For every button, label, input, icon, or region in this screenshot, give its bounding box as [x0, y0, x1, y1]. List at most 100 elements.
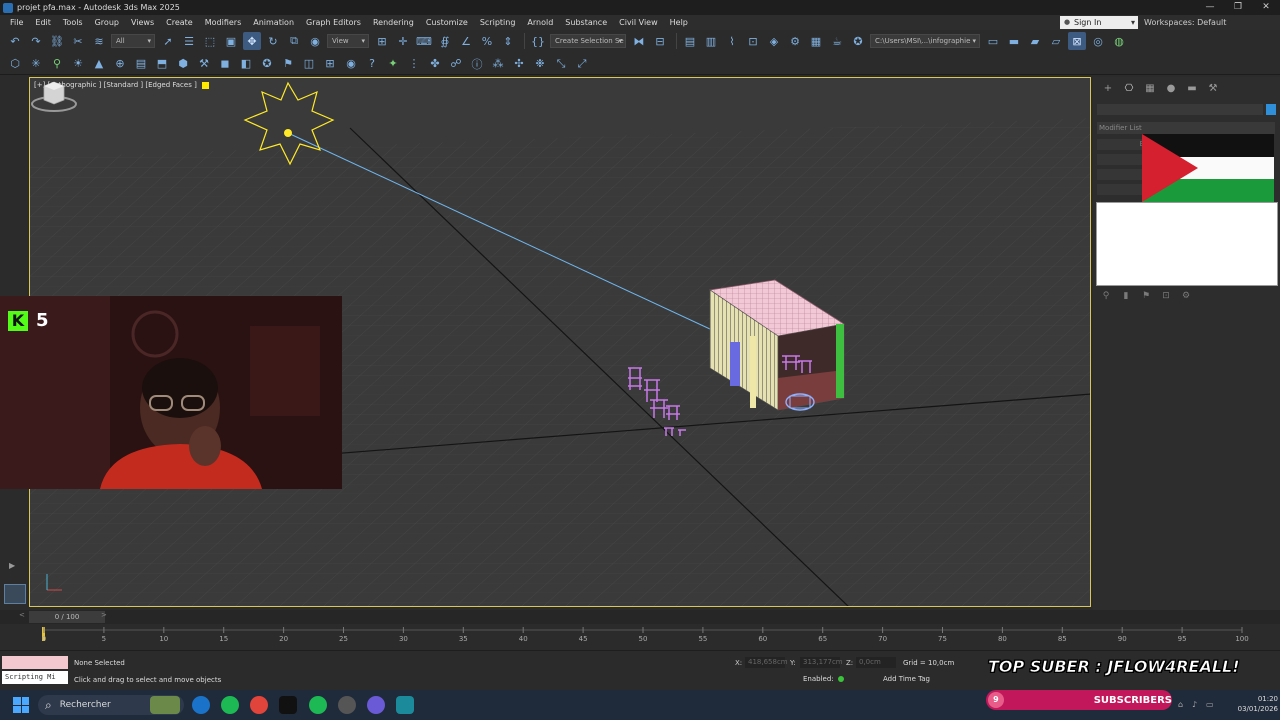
time-next-icon[interactable]: > [101, 611, 107, 619]
scene-explorer-icon[interactable]: ⬡ [6, 55, 24, 73]
open-folder-icon[interactable]: ▬ [1005, 32, 1023, 50]
enabled-indicator-icon[interactable] [837, 676, 844, 682]
bulb-icon[interactable]: ✪ [258, 55, 276, 73]
viewport-layout-icon[interactable]: ⊠ [1068, 32, 1086, 50]
track-bar[interactable]: 0 5 10 15 20 25 30 35 40 45 50 55 60 65 70 75 80 85 90 95 10… [0, 624, 1280, 650]
select-by-name-icon[interactable]: ☰ [180, 32, 198, 50]
bind-space-warp-icon[interactable]: ≋ [90, 32, 108, 50]
tiktok-icon[interactable] [279, 696, 297, 714]
sun-light-center[interactable] [284, 129, 292, 137]
grid-icon[interactable]: ⊞ [321, 55, 339, 73]
3dsmax-taskbar-icon[interactable] [396, 696, 414, 714]
layer-explorer-icon[interactable]: ▤ [681, 32, 699, 50]
mirror-icon[interactable]: ⧓ [630, 32, 648, 50]
sign-in-dropdown[interactable]: Sign In [1060, 16, 1138, 29]
render-setup-icon[interactable]: ⚙ [786, 32, 804, 50]
angle-snap-icon[interactable]: ∠ [457, 32, 475, 50]
modifier-list-dropdown[interactable]: Modifier List [1097, 122, 1275, 134]
menu-tools[interactable]: Tools [57, 15, 89, 30]
sun-icon[interactable]: ☀ [69, 55, 87, 73]
windows-start-icon[interactable] [13, 697, 29, 713]
loop-icon[interactable]: ☍ [447, 55, 465, 73]
arnold-icon[interactable]: ◍ [1110, 32, 1128, 50]
discord-icon[interactable] [367, 696, 385, 714]
menu-edit[interactable]: Edit [29, 15, 57, 30]
box-icon[interactable]: ◼ [216, 55, 234, 73]
workspaces-value[interactable]: Default [1197, 18, 1226, 27]
chain-icon[interactable]: ✤ [426, 55, 444, 73]
rendered-frame-icon[interactable]: ▦ [807, 32, 825, 50]
expand-icon[interactable]: ⤢ [573, 55, 591, 73]
edge-browser-icon[interactable] [192, 696, 210, 714]
select-object-icon[interactable]: ➚ [159, 32, 177, 50]
material-editor-icon[interactable]: ◈ [765, 32, 783, 50]
pin-icon[interactable]: ⚑ [279, 55, 297, 73]
obs-icon[interactable] [338, 696, 356, 714]
workspaces-selector[interactable]: Workspaces: Default [1144, 16, 1226, 29]
menu-animation[interactable]: Animation [247, 15, 300, 30]
maximize-button[interactable]: ❐ [1224, 0, 1252, 15]
selection-filter-dropdown[interactable]: All [111, 34, 155, 48]
spotify-icon[interactable] [221, 696, 239, 714]
wrench-icon[interactable]: ⚒ [195, 55, 213, 73]
time-slider-handle[interactable]: 0 / 100 [29, 611, 105, 623]
autodesk-asset-icon[interactable]: ◎ [1089, 32, 1107, 50]
y-coord-field[interactable]: 313,177cm [800, 657, 843, 668]
link-icon[interactable]: ⛓ [48, 32, 66, 50]
hierarchy-tab-icon[interactable]: ▦ [1141, 83, 1159, 97]
teapot-icon[interactable]: ⬢ [174, 55, 192, 73]
cube-icon[interactable]: ◫ [300, 55, 318, 73]
menu-substance[interactable]: Substance [559, 15, 613, 30]
image-icon[interactable]: ⬒ [153, 55, 171, 73]
snaps-toggle-icon[interactable]: ∯ [436, 32, 454, 50]
viewport-layouts-button[interactable] [4, 584, 26, 604]
menu-scripting[interactable]: Scripting [474, 15, 522, 30]
chrome-icon[interactable] [250, 696, 268, 714]
sequence-icon[interactable]: ⋮ [405, 55, 423, 73]
taskbar-clock[interactable]: 01:20 03/01/2026 [1222, 694, 1278, 714]
eye-icon[interactable]: ◉ [342, 55, 360, 73]
time-tag-enabled[interactable]: Enabled: [803, 675, 848, 683]
menu-graph-editors[interactable]: Graph Editors [300, 15, 367, 30]
unlink-icon[interactable]: ✂ [69, 32, 87, 50]
select-move-icon[interactable]: ✥ [243, 32, 261, 50]
marker-icon[interactable]: ⚲ [48, 55, 66, 73]
info-icon[interactable]: ⓘ [468, 55, 486, 73]
utilities-tab-icon[interactable]: ⚒ [1204, 83, 1222, 97]
edit-named-selections-icon[interactable]: {} [529, 32, 547, 50]
named-selection-dropdown[interactable]: Create Selection Se [550, 34, 626, 48]
show-end-result-icon[interactable]: ▮ [1119, 291, 1133, 303]
spinner-snap-icon[interactable]: ⇕ [499, 32, 517, 50]
ghost-icon[interactable]: ✦ [384, 55, 402, 73]
menu-file[interactable]: File [4, 15, 29, 30]
light-icon[interactable]: ✳ [27, 55, 45, 73]
minimize-button[interactable]: — [1196, 0, 1224, 15]
menu-modifiers[interactable]: Modifiers [199, 15, 248, 30]
x-coord-field[interactable]: 418,658cm [745, 657, 788, 668]
viewcube-icon[interactable] [30, 78, 78, 114]
select-scale-icon[interactable]: ⧉ [285, 32, 303, 50]
vine-icon[interactable]: ❉ [531, 55, 549, 73]
menu-create[interactable]: Create [160, 15, 199, 30]
rect-selection-icon[interactable]: ⬚ [201, 32, 219, 50]
pivot-center-icon[interactable]: ⊞ [373, 32, 391, 50]
undo-icon[interactable]: ↶ [6, 32, 24, 50]
create-tab-icon[interactable]: + [1099, 83, 1117, 97]
menu-customize[interactable]: Customize [420, 15, 474, 30]
scripting-mini-field[interactable]: Scripting Mi [2, 671, 68, 684]
menu-arnold[interactable]: Arnold [521, 15, 559, 30]
remove-modifier-icon[interactable]: ⊡ [1159, 291, 1173, 303]
display-tab-icon[interactable]: ▬ [1183, 83, 1201, 97]
help-icon[interactable]: ? [363, 55, 381, 73]
menu-views[interactable]: Views [125, 15, 160, 30]
menu-help[interactable]: Help [664, 15, 694, 30]
modifier-stack[interactable] [1096, 202, 1278, 286]
project-path-dropdown[interactable]: C:\Users\MSI\...\infographie [870, 34, 980, 48]
select-rotate-icon[interactable]: ↻ [264, 32, 282, 50]
placement-icon[interactable]: ◉ [306, 32, 324, 50]
menu-group[interactable]: Group [89, 15, 125, 30]
curve-editor-icon[interactable]: ⌇ [723, 32, 741, 50]
make-unique-icon[interactable]: ⚑ [1139, 291, 1153, 303]
keyboard-shortcut-icon[interactable]: ⌨ [415, 32, 433, 50]
maxscript-listener-field[interactable] [2, 656, 68, 669]
